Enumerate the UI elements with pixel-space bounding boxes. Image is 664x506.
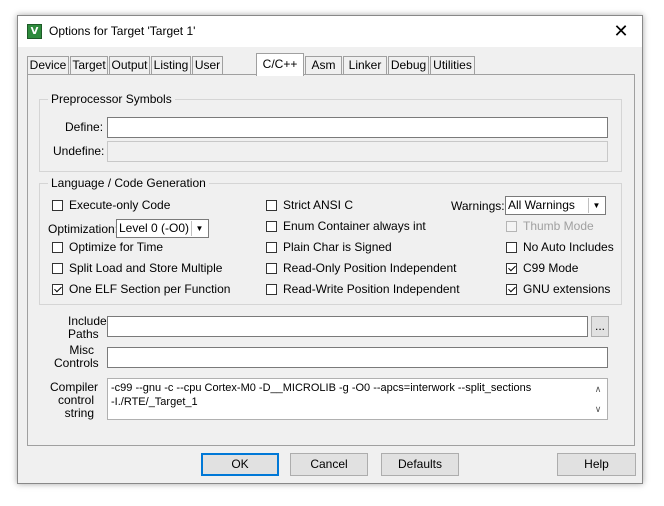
- checkbox-box[interactable]: [266, 199, 277, 211]
- chevron-down-icon[interactable]: ▼: [191, 221, 207, 236]
- optimize-time-checkbox[interactable]: Optimize for Time: [52, 240, 163, 254]
- rw-pi-label: Read-Write Position Independent: [283, 282, 460, 296]
- ok-button[interactable]: OK: [201, 453, 279, 476]
- scroll-up-icon[interactable]: ∧: [591, 382, 605, 396]
- include-label-line2: Paths: [68, 327, 99, 341]
- checkbox-box[interactable]: [266, 283, 277, 295]
- preprocessor-legend: Preprocessor Symbols: [48, 92, 175, 106]
- no-auto-includes-checkbox[interactable]: No Auto Includes: [506, 240, 614, 254]
- chevron-down-icon[interactable]: ▼: [588, 198, 604, 213]
- one-elf-label: One ELF Section per Function: [69, 282, 231, 296]
- ro-pi-label: Read-Only Position Independent: [283, 261, 457, 275]
- enum-container-label: Enum Container always int: [283, 219, 426, 233]
- checkbox-box[interactable]: [506, 283, 517, 295]
- checkbox-box[interactable]: [52, 262, 63, 274]
- compiler-string-line: -c99 --gnu -c --cpu Cortex-M0 -D__MICROL…: [111, 382, 532, 394]
- checkbox-box: [506, 220, 517, 232]
- scroll-down-icon[interactable]: ∨: [591, 402, 605, 416]
- optimization-label: Optimization:: [48, 222, 119, 236]
- tab-utilities[interactable]: Utilities: [430, 56, 475, 74]
- c99-mode-checkbox[interactable]: C99 Mode: [506, 261, 578, 275]
- defaults-button[interactable]: Defaults: [381, 453, 459, 476]
- undefine-label: Undefine:: [53, 144, 105, 158]
- tab-user[interactable]: User: [192, 56, 223, 74]
- checkbox-box[interactable]: [52, 241, 63, 253]
- execute-only-checkbox[interactable]: Execute-only Code: [52, 198, 170, 212]
- misc-controls-label: Misc Controls: [54, 344, 99, 370]
- optimize-time-label: Optimize for Time: [69, 240, 164, 254]
- checkbox-box[interactable]: [266, 262, 277, 274]
- checkbox-box[interactable]: [266, 241, 277, 253]
- plain-char-label: Plain Char is Signed: [283, 240, 392, 254]
- include-paths-input[interactable]: [107, 316, 588, 337]
- no-auto-includes-label: No Auto Includes: [523, 240, 614, 254]
- cancel-button[interactable]: Cancel: [290, 453, 368, 476]
- checkbox-box[interactable]: [266, 220, 277, 232]
- thumb-mode-checkbox: Thumb Mode: [506, 219, 594, 233]
- strict-ansi-checkbox[interactable]: Strict ANSI C: [266, 198, 353, 212]
- gnu-ext-checkbox[interactable]: GNU extensions: [506, 282, 610, 296]
- ro-pi-checkbox[interactable]: Read-Only Position Independent: [266, 261, 456, 275]
- enum-container-checkbox[interactable]: Enum Container always int: [266, 219, 426, 233]
- misc-label-line2: Controls: [54, 356, 99, 370]
- split-load-checkbox[interactable]: Split Load and Store Multiple: [52, 261, 222, 275]
- compiler-label-line3: string: [64, 406, 94, 420]
- checkbox-box[interactable]: [506, 241, 517, 253]
- preprocessor-group: Preprocessor Symbols Define: Undefine:: [39, 92, 622, 172]
- define-label: Define:: [65, 120, 104, 134]
- options-dialog: V Options for Target 'Target 1' ✕ Device…: [17, 15, 643, 484]
- tab-linker[interactable]: Linker: [343, 56, 387, 74]
- undefine-input[interactable]: [107, 141, 608, 162]
- checkbox-box[interactable]: [506, 262, 517, 274]
- execute-only-label: Execute-only Code: [69, 198, 171, 212]
- warnings-select[interactable]: All Warnings ▼: [505, 196, 606, 215]
- gnu-ext-label: GNU extensions: [523, 282, 611, 296]
- tab-listing[interactable]: Listing: [151, 56, 191, 74]
- browse-include-button[interactable]: ...: [591, 316, 609, 337]
- tab-cc[interactable]: C/C++: [256, 53, 304, 76]
- warnings-value: All Warnings: [508, 198, 575, 212]
- warnings-label: Warnings:: [451, 199, 505, 213]
- cc-tab-panel: Preprocessor Symbols Define: Undefine: L…: [27, 74, 635, 446]
- optimization-select[interactable]: Level 0 (-O0) ▼: [116, 219, 209, 238]
- codegen-group: Language / Code Generation Execute-only …: [39, 176, 622, 305]
- include-paths-label: Include Paths: [68, 315, 107, 341]
- compiler-string-line: -I./RTE/_Target_1: [111, 396, 198, 408]
- keil-uvision-icon: V: [27, 24, 42, 39]
- thumb-mode-label: Thumb Mode: [523, 219, 594, 233]
- compiler-control-string[interactable]: -c99 --gnu -c --cpu Cortex-M0 -D__MICROL…: [107, 378, 608, 420]
- codegen-legend: Language / Code Generation: [48, 176, 209, 190]
- split-load-label: Split Load and Store Multiple: [69, 261, 223, 275]
- strict-ansi-label: Strict ANSI C: [283, 198, 354, 212]
- checkbox-box[interactable]: [52, 199, 63, 211]
- tab-debug[interactable]: Debug: [388, 56, 429, 74]
- c99-mode-label: C99 Mode: [523, 261, 579, 275]
- one-elf-checkbox[interactable]: One ELF Section per Function: [52, 282, 230, 296]
- close-button[interactable]: ✕: [600, 16, 642, 47]
- checkbox-box[interactable]: [52, 283, 63, 295]
- tab-output[interactable]: Output: [109, 56, 150, 74]
- define-input[interactable]: [107, 117, 608, 138]
- rw-pi-checkbox[interactable]: Read-Write Position Independent: [266, 282, 460, 296]
- tab-asm[interactable]: Asm: [305, 56, 342, 74]
- window-title: Options for Target 'Target 1': [49, 24, 196, 38]
- help-button[interactable]: Help: [557, 453, 636, 476]
- misc-controls-input[interactable]: [107, 347, 608, 368]
- tab-device[interactable]: Device: [27, 56, 69, 74]
- title-bar: V Options for Target 'Target 1' ✕: [18, 16, 642, 47]
- plain-char-checkbox[interactable]: Plain Char is Signed: [266, 240, 392, 254]
- optimization-value: Level 0 (-O0): [119, 221, 190, 235]
- tab-target[interactable]: Target: [70, 56, 108, 74]
- compiler-control-label: Compiler control string: [50, 381, 98, 420]
